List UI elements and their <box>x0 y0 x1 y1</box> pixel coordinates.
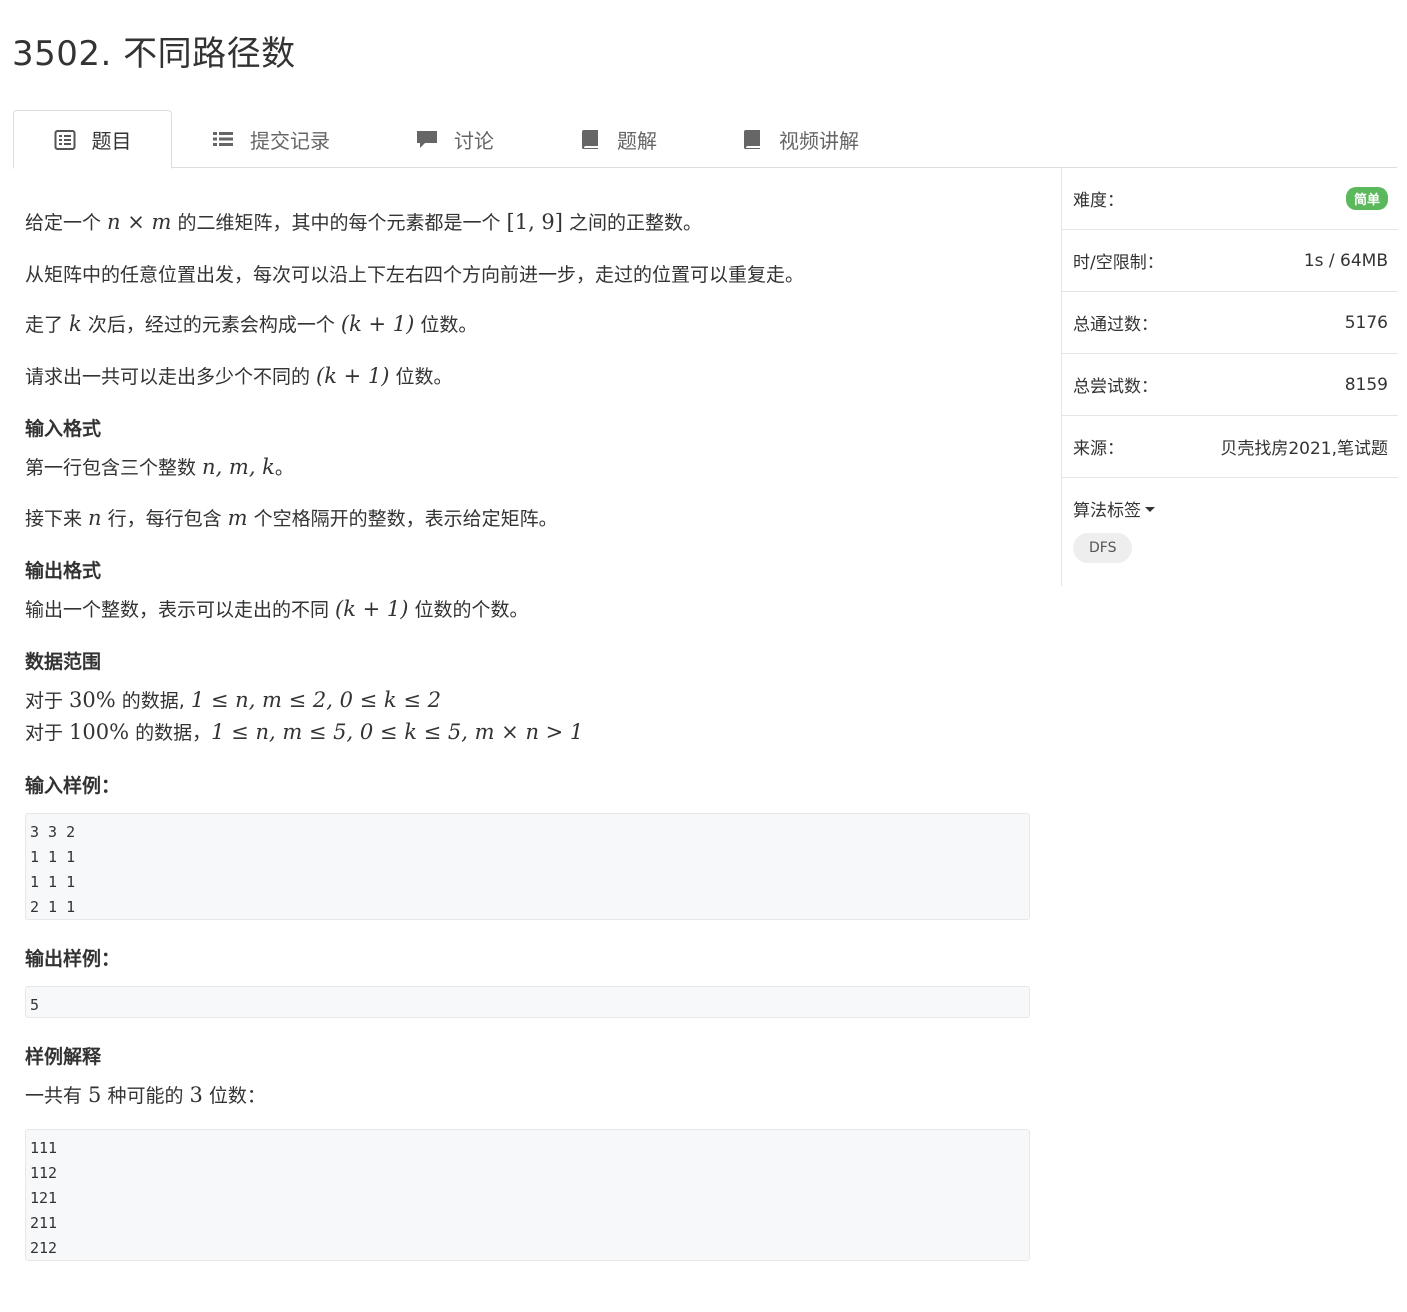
output-format-heading: 输出格式 <box>25 560 102 582</box>
input-format-heading: 输入格式 <box>25 418 102 440</box>
source-row: 来源： 贝壳找房2021,笔试题 <box>1062 416 1398 478</box>
output-format-1: 输出一个整数，表示可以走出的不同 (k + 1) 位数的个数。 <box>25 597 529 621</box>
tried-value: 8159 <box>1344 374 1388 395</box>
tab-video[interactable]: 视频讲解 <box>741 110 859 168</box>
sample-input-heading: 输入样例： <box>25 775 121 797</box>
tab-problem[interactable]: 题目 <box>13 110 172 169</box>
source-value: 贝壳找房2021,笔试题 <box>1220 439 1388 459</box>
list-alt-icon <box>54 129 76 151</box>
tab-discussion[interactable]: 讨论 <box>416 110 494 168</box>
data-range-1: 对于 30% 的数据, 1 ≤ n, m ≤ 2, 0 ≤ k ≤ 2 <box>25 688 441 712</box>
sample-explain-block[interactable]: 111 112 121 211 212 <box>25 1129 1030 1261</box>
sample-explain-heading: 样例解释 <box>25 1046 102 1068</box>
problem-desc-2: 从矩阵中的任意位置出发，每次可以沿上下左右四个方向前进一步，走过的位置可以重复走… <box>25 264 805 286</box>
caret-down-icon <box>1145 507 1155 512</box>
limit-row: 时/空限制： 1s / 64MB <box>1062 230 1398 292</box>
problem-info-sidebar: 难度： 简单 时/空限制： 1s / 64MB 总通过数： 5176 总尝试数：… <box>1061 168 1398 586</box>
sample-explain-text: 一共有 5 种可能的 3 位数： <box>25 1083 266 1107</box>
tab-label: 讨论 <box>454 128 494 153</box>
problem-desc-3: 走了 k 次后，经过的元素会构成一个 (k + 1) 位数。 <box>25 312 478 336</box>
limit-label: 时/空限制： <box>1073 253 1164 273</box>
comment-icon <box>416 128 438 150</box>
algorithm-tags-toggle[interactable]: 算法标签 <box>1073 496 1155 521</box>
list-icon <box>212 128 234 150</box>
problem-desc-1: 给定一个 n × m 的二维矩阵，其中的每个元素都是一个 [1, 9] 之间的正… <box>25 210 703 234</box>
difficulty-label: 难度： <box>1073 191 1124 211</box>
tab-submissions[interactable]: 提交记录 <box>212 110 330 168</box>
passed-label: 总通过数： <box>1073 315 1158 335</box>
data-range-2: 对于 100% 的数据，1 ≤ n, m ≤ 5, 0 ≤ k ≤ 5, m ×… <box>25 720 584 744</box>
book-icon <box>741 128 763 150</box>
tried-label: 总尝试数： <box>1073 377 1158 397</box>
source-label: 来源： <box>1073 439 1124 459</box>
tab-solutions[interactable]: 题解 <box>579 110 657 168</box>
tab-label: 题目 <box>91 129 132 153</box>
input-format-1: 第一行包含三个整数 n, m, k。 <box>25 455 294 479</box>
tried-row: 总尝试数： 8159 <box>1062 354 1398 416</box>
tab-label: 题解 <box>617 128 657 153</box>
limit-value: 1s / 64MB <box>1303 250 1388 271</box>
page-title: 3502. 不同路径数 <box>12 34 296 74</box>
tag-dfs[interactable]: DFS <box>1073 533 1133 563</box>
input-format-2: 接下来 n 行，每行包含 m 个空格隔开的整数，表示给定矩阵。 <box>25 506 558 530</box>
difficulty-badge: 简单 <box>1345 187 1388 210</box>
sample-input-block[interactable]: 3 3 2 1 1 1 1 1 1 2 1 1 <box>25 813 1030 920</box>
tab-label: 视频讲解 <box>779 128 859 153</box>
algorithm-tags-label: 算法标签 <box>1073 501 1141 521</box>
data-range-heading: 数据范围 <box>25 651 102 673</box>
passed-value: 5176 <box>1344 312 1388 333</box>
problem-tabs: 题目 提交记录 讨论 题解 视频讲解 <box>13 110 1397 169</box>
book-icon <box>579 128 601 150</box>
difficulty-row: 难度： 简单 <box>1062 168 1398 230</box>
sample-output-block[interactable]: 5 <box>25 986 1030 1018</box>
passed-row: 总通过数： 5176 <box>1062 292 1398 354</box>
sample-output-heading: 输出样例： <box>25 948 121 970</box>
problem-desc-4: 请求出一共可以走出多少个不同的 (k + 1) 位数。 <box>25 364 453 388</box>
tab-label: 提交记录 <box>250 128 330 153</box>
